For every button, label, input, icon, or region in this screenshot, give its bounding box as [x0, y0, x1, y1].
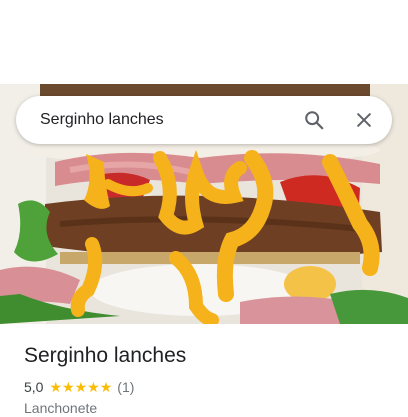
review-count[interactable]: (1): [117, 378, 134, 396]
place-info: Serginho lanches 5,0 ★ ★ ★ ★ ★ (1) Lanchonet…: [24, 324, 394, 417]
clear-search-button[interactable]: [340, 96, 388, 144]
place-category: Lanchonete: [24, 400, 98, 416]
star-icon: ★: [49, 379, 63, 395]
rating-value: 5,0: [24, 379, 44, 395]
star-rating: ★ ★ ★ ★ ★: [49, 380, 112, 394]
star-icon: ★: [87, 379, 100, 395]
search-input[interactable]: Serginho lanches: [40, 111, 290, 129]
place-title[interactable]: Serginho lanches: [24, 343, 394, 369]
star-icon: ★: [99, 379, 113, 395]
search-bar[interactable]: Serginho lanches: [16, 96, 392, 144]
search-icon: [305, 111, 324, 130]
close-icon: [357, 113, 371, 127]
star-icon: ★: [74, 379, 88, 395]
top-blank-area: [0, 0, 408, 84]
star-icon: ★: [62, 379, 75, 395]
rating-row[interactable]: 5,0 ★ ★ ★ ★ ★ (1): [24, 378, 394, 396]
search-button[interactable]: [290, 96, 338, 144]
